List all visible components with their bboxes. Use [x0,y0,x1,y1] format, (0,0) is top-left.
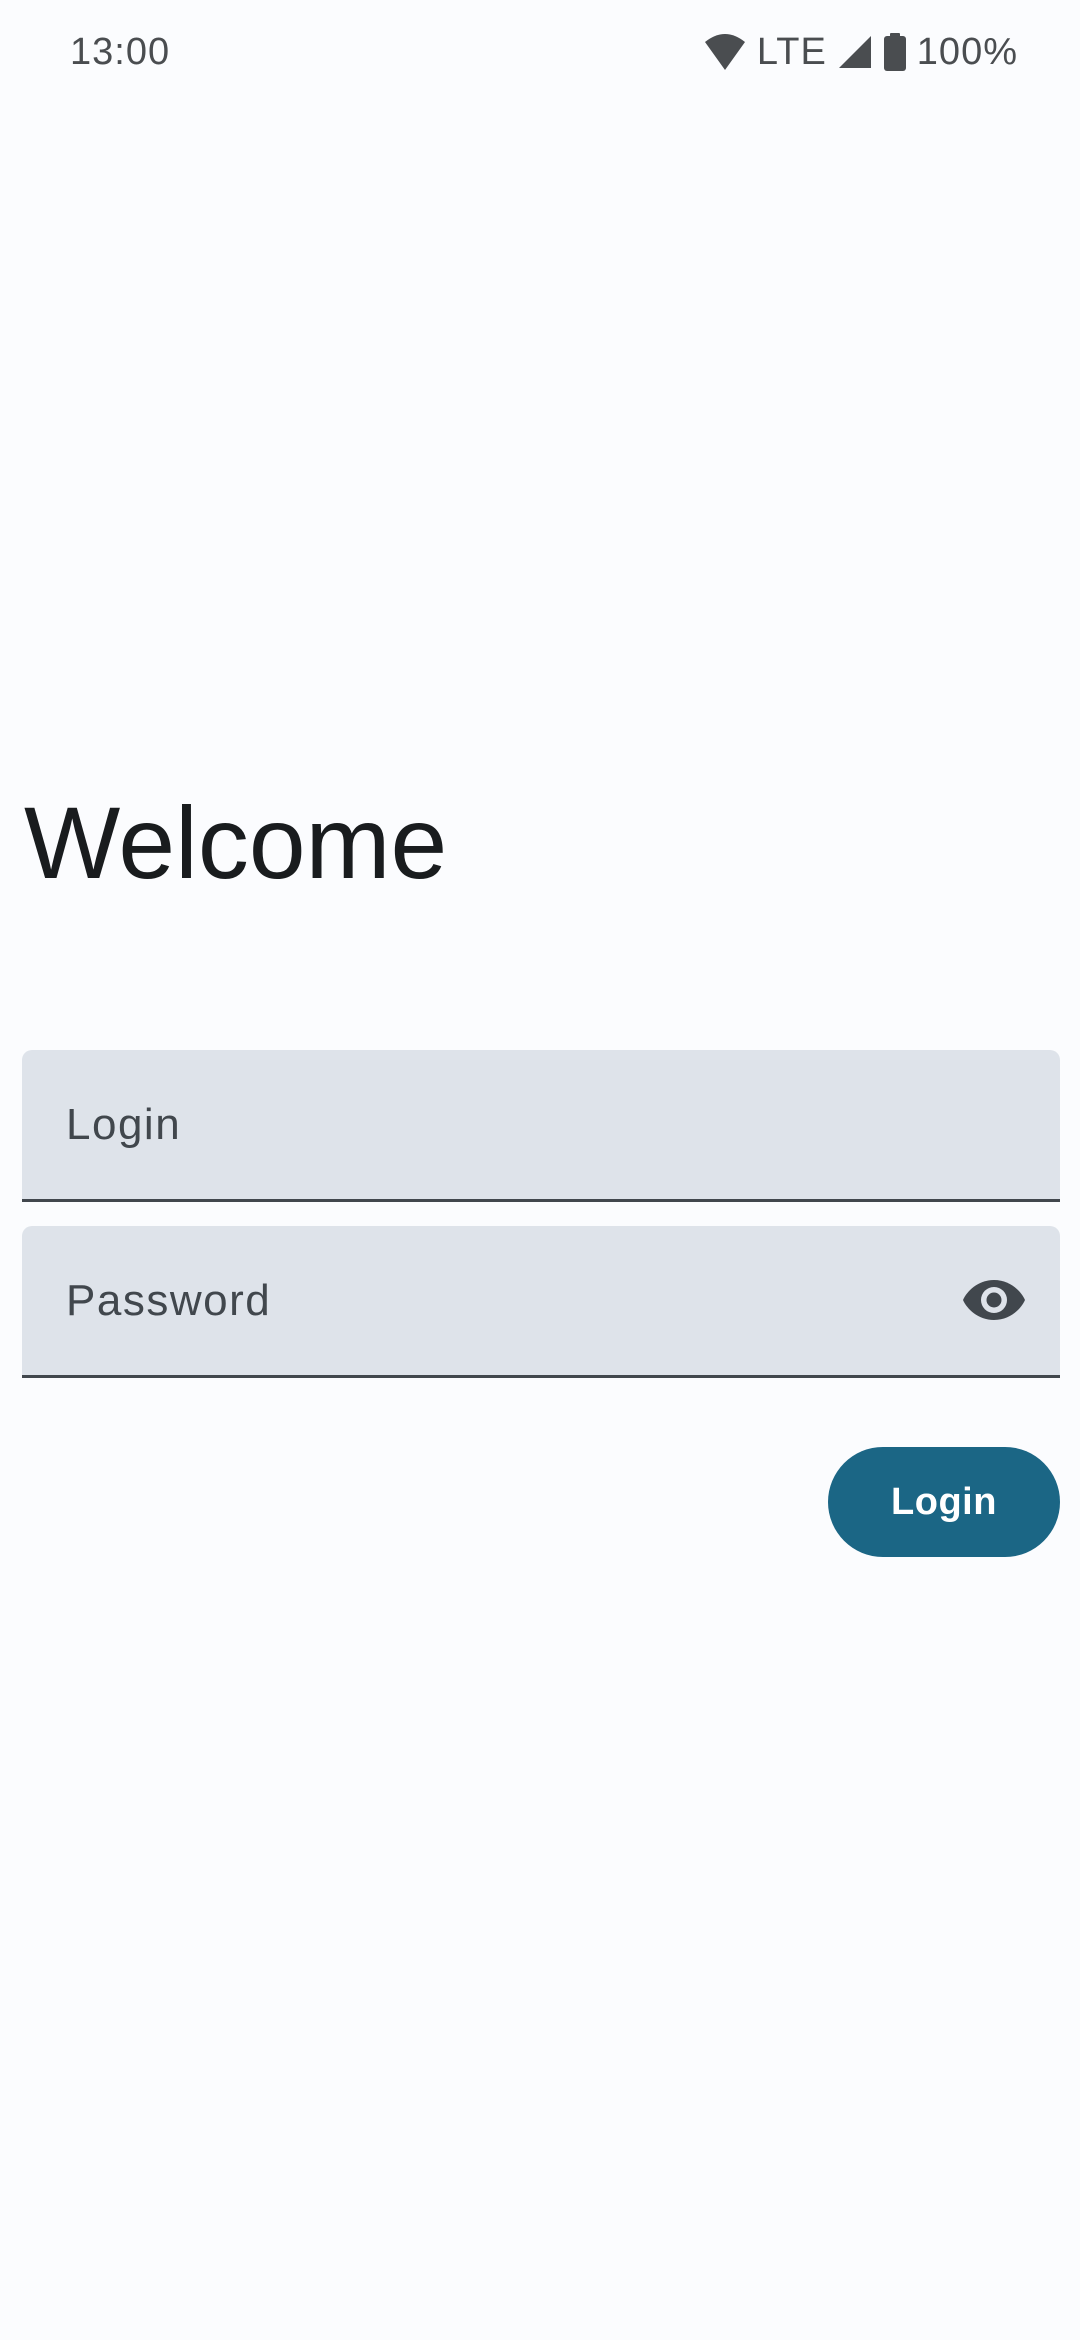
network-type-label: LTE [756,31,827,73]
status-bar: 13:00 LTE 100% [0,0,1080,104]
eye-icon[interactable] [962,1272,1026,1328]
login-input[interactable] [66,1050,946,1199]
wifi-icon [703,32,747,72]
page-title: Welcome [24,786,448,900]
battery-icon [883,33,907,71]
cell-signal-icon [837,34,873,70]
status-indicators: LTE 100% [703,28,1018,76]
password-input[interactable] [66,1226,946,1375]
login-field[interactable] [22,1050,1060,1202]
status-time: 13:00 [70,31,171,73]
password-field[interactable] [22,1226,1060,1378]
login-button[interactable]: Login [828,1447,1060,1557]
battery-percentage: 100% [916,31,1018,73]
